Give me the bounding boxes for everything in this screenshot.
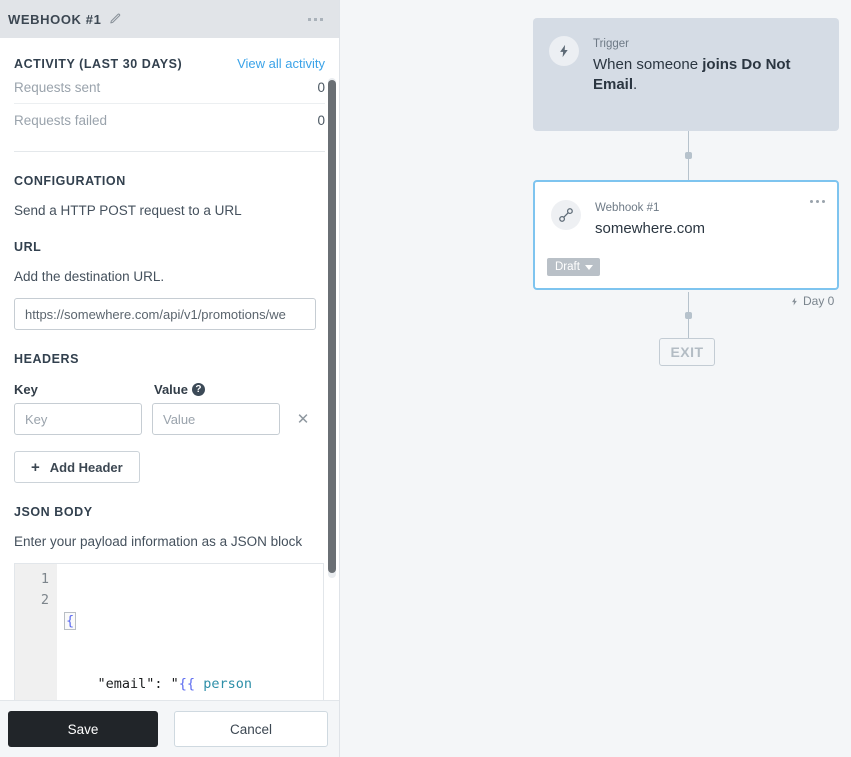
webhook-kicker: Webhook #1: [595, 202, 660, 214]
add-header-label: Add Header: [49, 459, 123, 475]
panel-header: WEBHOOK #1: [0, 0, 339, 38]
stat-row-requests-sent: Requests sent 0: [14, 71, 325, 104]
line-number: 1: [40, 571, 49, 587]
add-header-button[interactable]: + Add Header: [14, 451, 140, 483]
journey-canvas: Trigger When someone joins Do Not Email.…: [340, 0, 851, 757]
code-gutter: 1 2: [15, 564, 57, 700]
lightning-bolt-icon: [549, 36, 579, 66]
webhook-editor-screen: WEBHOOK #1 ACTIVITY (LAST 30 DAYS) View …: [0, 0, 851, 757]
header-key-input[interactable]: [14, 403, 142, 435]
webhook-node[interactable]: Webhook #1 somewhere.com Draft: [533, 180, 839, 290]
url-section: URL Add the destination URL.: [14, 218, 325, 330]
code-line-1: {: [64, 611, 252, 632]
stat-row-requests-failed: Requests failed 0: [14, 104, 325, 136]
day-label-text: Day 0: [803, 294, 835, 308]
webhook-title: somewhere.com: [595, 220, 706, 237]
webhook-config-panel: WEBHOOK #1 ACTIVITY (LAST 30 DAYS) View …: [0, 0, 340, 757]
scrollbar-thumb[interactable]: [328, 80, 336, 573]
url-input[interactable]: [14, 298, 316, 330]
panel-scroll-region: ACTIVITY (LAST 30 DAYS) View all activit…: [0, 38, 339, 700]
trigger-description: When someone joins Do Not Email.: [593, 55, 823, 95]
page-title: WEBHOOK #1: [8, 11, 102, 27]
code-liquid-open: {{: [178, 676, 196, 692]
json-body-section: JSON BODY Enter your payload information…: [14, 483, 325, 700]
code-content[interactable]: { "email": "{{ person: [57, 564, 252, 700]
code-key-email: "email": ": [65, 676, 179, 692]
header-value-label-group: Value ?: [154, 382, 205, 397]
view-all-activity-link[interactable]: View all activity: [237, 56, 325, 71]
url-description: Add the destination URL.: [14, 269, 165, 284]
code-open-brace: {: [64, 612, 77, 630]
help-circle-icon[interactable]: ?: [191, 383, 205, 396]
plus-icon: +: [31, 458, 40, 476]
webhook-kebab-menu-icon[interactable]: [810, 200, 825, 203]
save-button[interactable]: Save: [8, 711, 158, 747]
json-body-code-editor[interactable]: 1 2 { "email": "{{ person: [14, 563, 324, 700]
close-x-icon[interactable]: ✕: [294, 410, 312, 428]
panel-kebab-menu-icon[interactable]: [306, 12, 325, 27]
link-chain-icon: [551, 200, 581, 230]
header-row: ✕: [14, 403, 325, 435]
stat-label: Requests failed: [14, 113, 108, 128]
header-key-label: Key: [14, 382, 38, 397]
json-body-description: Enter your payload information as a JSON…: [14, 534, 303, 549]
header-value-input[interactable]: [152, 403, 280, 435]
headers-column-labels: Key Value ?: [14, 382, 325, 397]
json-body-heading: JSON BODY: [14, 505, 93, 519]
url-heading: URL: [14, 240, 42, 254]
exit-node[interactable]: EXIT: [659, 338, 715, 366]
activity-heading: ACTIVITY (LAST 30 DAYS): [14, 57, 183, 71]
trigger-text-suffix: .: [633, 76, 638, 93]
connector-dot-lower[interactable]: [685, 312, 692, 319]
day-label: Day 0: [790, 294, 834, 308]
headers-heading: HEADERS: [14, 352, 79, 366]
chevron-down-icon: [584, 264, 593, 270]
exit-label: EXIT: [670, 344, 704, 360]
configuration-heading: CONFIGURATION: [14, 174, 126, 188]
connector-dot-upper[interactable]: [685, 152, 692, 159]
stat-label: Requests sent: [14, 80, 101, 95]
line-number: 2: [40, 592, 49, 608]
configuration-description: Send a HTTP POST request to a URL: [14, 203, 242, 218]
panel-footer: Save Cancel: [0, 700, 339, 757]
code-line-2: "email": "{{ person: [65, 674, 252, 695]
cancel-button[interactable]: Cancel: [174, 711, 328, 747]
configuration-section: CONFIGURATION Send a HTTP POST request t…: [14, 152, 325, 218]
pencil-icon[interactable]: [108, 13, 121, 26]
code-liquid-var: person: [195, 676, 252, 692]
stat-value: 0: [317, 80, 325, 95]
header-value-label: Value: [154, 382, 188, 397]
trigger-node[interactable]: Trigger When someone joins Do Not Email.: [533, 18, 839, 131]
lightning-bolt-icon: [792, 297, 797, 305]
activity-header: ACTIVITY (LAST 30 DAYS) View all activit…: [14, 56, 325, 71]
status-badge[interactable]: Draft: [547, 258, 600, 276]
trigger-text-prefix: When someone: [593, 56, 703, 73]
status-badge-label: Draft: [555, 261, 580, 273]
stat-value: 0: [317, 113, 325, 128]
trigger-kicker: Trigger: [593, 38, 629, 50]
headers-section: HEADERS Key Value ? ✕ +: [14, 330, 325, 483]
